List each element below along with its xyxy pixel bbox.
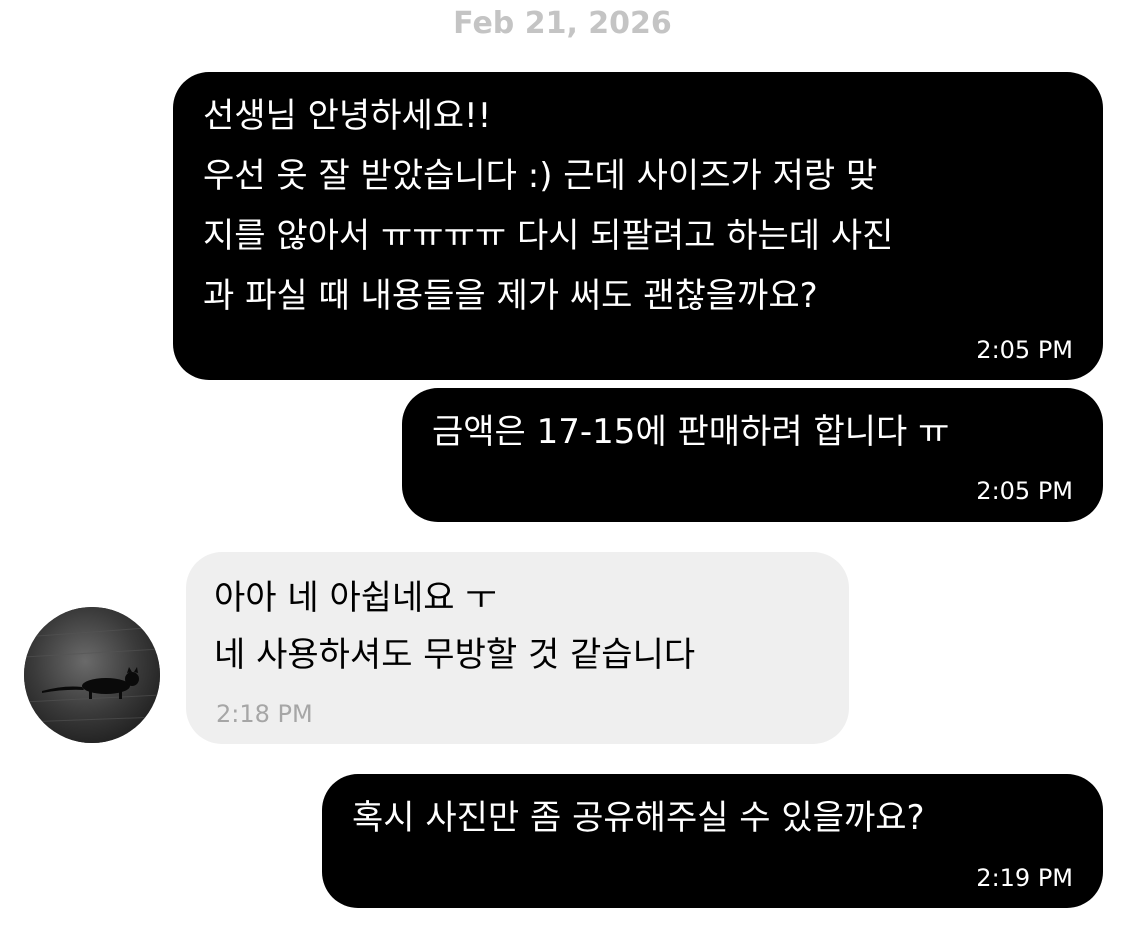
message-timestamp: 2:19 PM — [976, 864, 1073, 892]
message-line: 네 사용하셔도 무방할 것 같습니다 — [214, 635, 696, 675]
outgoing-message-bubble[interactable]: 금액은 17-15에 판매하려 합니다 ㅠ 2:05 PM — [402, 388, 1103, 522]
outgoing-message-bubble[interactable]: 선생님 안녕하세요!! 우선 옷 잘 받았습니다 :) 근데 사이즈가 저랑 맞… — [173, 72, 1103, 380]
message-timestamp: 2:18 PM — [216, 700, 313, 728]
message-timestamp: 2:05 PM — [976, 477, 1073, 505]
message-line: 지를 않아서 ㅠㅠㅠㅠ 다시 되팔려고 하는데 사진 — [203, 216, 894, 256]
message-timestamp: 2:05 PM — [976, 336, 1073, 364]
message-line: 혹시 사진만 좀 공유해주실 수 있을까요? — [352, 798, 925, 838]
date-header: Feb 21, 2026 — [453, 6, 672, 41]
outgoing-message-bubble[interactable]: 혹시 사진만 좀 공유해주실 수 있을까요? 2:19 PM — [322, 774, 1103, 908]
message-line: 우선 옷 잘 받았습니다 :) 근데 사이즈가 저랑 맞 — [203, 156, 878, 196]
message-line: 금액은 17-15에 판매하려 합니다 ㅠ — [432, 412, 950, 452]
message-line: 선생님 안녕하세요!! — [203, 96, 492, 136]
message-line: 과 파실 때 내용들을 제가 써도 괜찮을까요? — [203, 276, 818, 316]
contact-avatar[interactable] — [24, 607, 160, 743]
cat-photo-icon — [24, 607, 160, 743]
message-line: 아아 네 아쉽네요 ㅜ — [214, 578, 497, 618]
incoming-message-bubble[interactable]: 아아 네 아쉽네요 ㅜ 네 사용하셔도 무방할 것 같습니다 2:18 PM — [186, 552, 849, 744]
